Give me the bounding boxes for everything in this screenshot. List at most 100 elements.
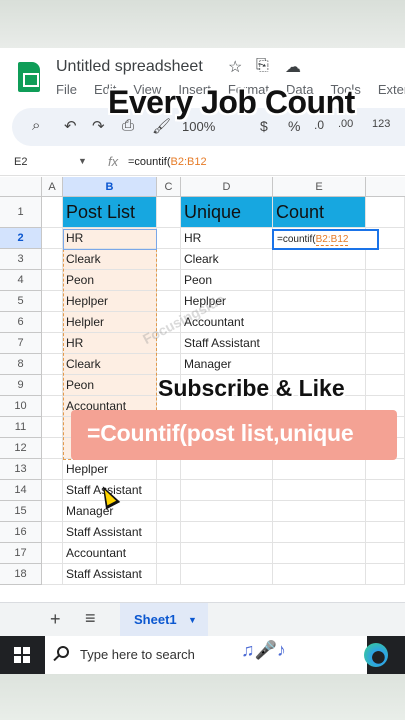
cell-b4[interactable]: Peon — [63, 270, 157, 291]
cell-a6[interactable] — [42, 312, 63, 333]
cell-f3[interactable] — [366, 249, 405, 270]
cell-a1[interactable] — [42, 197, 63, 228]
cell-a17[interactable] — [42, 543, 63, 564]
row-header[interactable]: 7 — [0, 333, 42, 354]
tab-sheet1[interactable]: Sheet1 ▼ — [120, 603, 208, 637]
cell-b13[interactable]: Heplper — [63, 459, 157, 480]
cell-a12[interactable] — [42, 438, 63, 459]
cell-b3[interactable]: Cleark — [63, 249, 157, 270]
cell-d2[interactable]: HR — [181, 228, 273, 249]
cell-c17[interactable] — [157, 543, 181, 564]
column-header-d[interactable]: D — [181, 177, 273, 197]
zoom-select[interactable]: 100% — [182, 119, 215, 134]
cell-c8[interactable] — [157, 354, 181, 375]
cell-f4[interactable] — [366, 270, 405, 291]
cell-e17[interactable] — [273, 543, 366, 564]
row-header[interactable]: 13 — [0, 459, 42, 480]
column-header-c[interactable]: C — [157, 177, 181, 197]
cell-c2[interactable] — [157, 228, 181, 249]
formula-input[interactable]: =countif(B2:B12 — [128, 156, 207, 168]
cell-a15[interactable] — [42, 501, 63, 522]
cell-c13[interactable] — [157, 459, 181, 480]
active-cell-e2[interactable]: =countif(B2:B12 — [272, 229, 379, 250]
row-header[interactable]: 18 — [0, 564, 42, 585]
redo-icon[interactable]: ↷ — [92, 117, 105, 135]
cell-e14[interactable] — [273, 480, 366, 501]
cell-f8[interactable] — [366, 354, 405, 375]
add-sheet-button[interactable]: + — [50, 609, 61, 630]
cell-f15[interactable] — [366, 501, 405, 522]
cell-f1[interactable] — [366, 197, 405, 228]
cell-e5[interactable] — [273, 291, 366, 312]
name-box[interactable]: E2 — [14, 156, 27, 168]
cell-d4[interactable]: Peon — [181, 270, 273, 291]
cell-c18[interactable] — [157, 564, 181, 585]
cell-f13[interactable] — [366, 459, 405, 480]
row-header[interactable]: 9 — [0, 375, 42, 396]
cell-c15[interactable] — [157, 501, 181, 522]
edge-browser-icon[interactable] — [364, 643, 388, 667]
cell-f14[interactable] — [366, 480, 405, 501]
cell-f5[interactable] — [366, 291, 405, 312]
cell-b6[interactable]: Helpler — [63, 312, 157, 333]
row-header[interactable]: 6 — [0, 312, 42, 333]
row-header[interactable]: 11 — [0, 417, 42, 438]
cell-e4[interactable] — [273, 270, 366, 291]
cell-d8[interactable]: Manager — [181, 354, 273, 375]
row-header[interactable]: 1 — [0, 197, 42, 228]
cell-a7[interactable] — [42, 333, 63, 354]
document-title[interactable]: Untitled spreadsheet — [56, 58, 203, 76]
cell-e1[interactable]: Count — [273, 197, 366, 228]
column-header-f[interactable] — [366, 177, 405, 197]
cell-a8[interactable] — [42, 354, 63, 375]
menu-extensions[interactable]: Extens — [378, 82, 405, 97]
menu-file[interactable]: File — [56, 82, 77, 97]
cell-f16[interactable] — [366, 522, 405, 543]
row-header[interactable]: 2 — [0, 228, 42, 249]
cell-a18[interactable] — [42, 564, 63, 585]
cell-d17[interactable] — [181, 543, 273, 564]
cell-d16[interactable] — [181, 522, 273, 543]
cell-d13[interactable] — [181, 459, 273, 480]
cell-d3[interactable]: Cleark — [181, 249, 273, 270]
cell-f18[interactable] — [366, 564, 405, 585]
row-header[interactable]: 14 — [0, 480, 42, 501]
more-formats-button[interactable]: 123 — [372, 118, 390, 130]
cell-c14[interactable] — [157, 480, 181, 501]
cell-e6[interactable] — [273, 312, 366, 333]
cell-e15[interactable] — [273, 501, 366, 522]
cell-e3[interactable] — [273, 249, 366, 270]
cell-a2[interactable] — [42, 228, 63, 249]
cell-a14[interactable] — [42, 480, 63, 501]
row-header[interactable]: 8 — [0, 354, 42, 375]
cell-d15[interactable] — [181, 501, 273, 522]
cell-a16[interactable] — [42, 522, 63, 543]
cell-a3[interactable] — [42, 249, 63, 270]
cell-c4[interactable] — [157, 270, 181, 291]
row-header[interactable]: 12 — [0, 438, 42, 459]
cell-e8[interactable] — [273, 354, 366, 375]
name-box-caret-icon[interactable]: ▼ — [78, 156, 87, 166]
undo-icon[interactable]: ↶ — [64, 117, 77, 135]
column-header-a[interactable]: A — [42, 177, 63, 197]
taskbar-search-box[interactable]: Type here to search ♫🎤♪ — [45, 636, 367, 674]
all-sheets-button[interactable]: ≡ — [85, 608, 96, 629]
cell-b16[interactable]: Staff Assistant — [63, 522, 157, 543]
row-header[interactable]: 10 — [0, 396, 42, 417]
cell-c1[interactable] — [157, 197, 181, 228]
cell-d14[interactable] — [181, 480, 273, 501]
cell-e13[interactable] — [273, 459, 366, 480]
row-header[interactable]: 4 — [0, 270, 42, 291]
row-header[interactable]: 16 — [0, 522, 42, 543]
cell-b9[interactable]: Peon — [63, 375, 157, 396]
cell-f6[interactable] — [366, 312, 405, 333]
row-header[interactable]: 5 — [0, 291, 42, 312]
column-header-b[interactable]: B — [63, 177, 157, 197]
cell-c5[interactable] — [157, 291, 181, 312]
row-header[interactable]: 17 — [0, 543, 42, 564]
cell-a10[interactable] — [42, 396, 63, 417]
star-icon[interactable]: ☆ — [228, 57, 242, 77]
cell-f17[interactable] — [366, 543, 405, 564]
row-header[interactable]: 3 — [0, 249, 42, 270]
row-header[interactable]: 15 — [0, 501, 42, 522]
